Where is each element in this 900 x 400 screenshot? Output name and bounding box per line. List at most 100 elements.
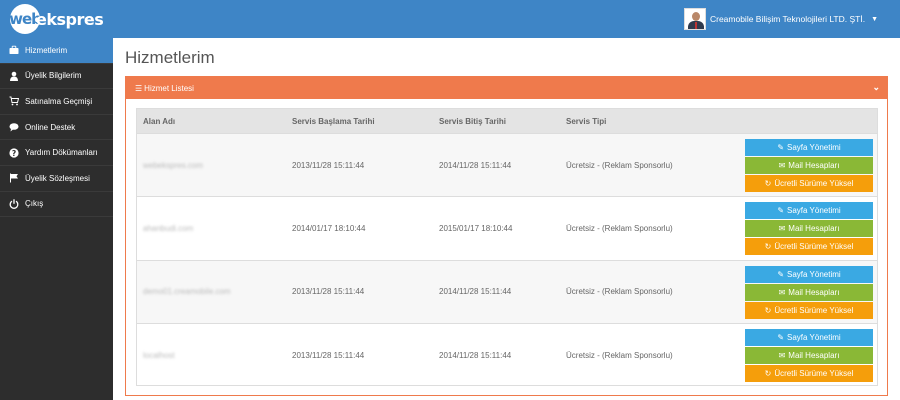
envelope-icon: ✉ [778, 161, 786, 170]
list-icon: ☰ [135, 83, 143, 93]
sidebar-item-label: Hizmetlerim [25, 45, 68, 55]
page-management-button[interactable]: ✎ Sayfa Yönetimi [745, 328, 873, 346]
button-label: Mail Hesapları [788, 350, 840, 360]
start-date-cell: 2014/01/17 18:10:44 [292, 223, 366, 233]
service-list-panel: ☰ Hizmet Listesi ⌄ Alan Adı Servis Başla… [125, 76, 888, 396]
panel-title: Hizmet Listesi [144, 83, 194, 93]
upgrade-button[interactable]: ↻ Ücretli Sürüme Yüksel [745, 364, 873, 382]
sidebar-item-label: Online Destek [25, 122, 76, 132]
row-actions: ✎ Sayfa Yönetimi ✉ Mail Hesapları ↻ Ücretli… [745, 139, 873, 193]
table-row: demo01.creamobile.com 2013/11/28 15:11:4… [137, 259, 877, 323]
mail-accounts-button[interactable]: ✉ Mail Hesapları [745, 283, 873, 301]
page-title: Hizmetlerim [125, 48, 215, 67]
sidebar-item-cikis[interactable]: Çıkış [0, 192, 113, 218]
end-date-cell: 2014/11/28 15:11:44 [439, 350, 512, 360]
power-icon [9, 199, 19, 209]
sidebar-item-label: Üyelik Sözleşmesi [25, 173, 90, 183]
table-row: localhost 2013/11/28 15:11:44 2014/11/28… [137, 322, 877, 386]
user-company-name: Creamobile Bilişim Teknolojileri LTD. ŞT… [709, 14, 866, 24]
question-icon: ? [9, 148, 19, 158]
sidebar-item-yardim-dokumanlari[interactable]: ? Yardım Dökümanları [0, 140, 113, 166]
upgrade-button[interactable]: ↻ Ücretli Sürüme Yüksel [745, 238, 873, 256]
caret-down-icon: ▼ [871, 15, 878, 23]
edit-icon: ✎ [777, 143, 785, 152]
refresh-icon: ↻ [764, 242, 772, 252]
user-icon [9, 71, 19, 81]
end-date-cell: 2015/01/17 18:10:44 [439, 223, 513, 233]
edit-icon: ✎ [777, 332, 785, 342]
service-type-cell: Ücretsiz - (Reklam Sponsorlu) [566, 350, 673, 360]
sidebar-item-label: Satınalma Geçmişi [25, 96, 93, 106]
mail-accounts-button[interactable]: ✉ Mail Hesapları [745, 346, 873, 364]
sidebar-item-satinalma-gecmisi[interactable]: Satınalma Geçmişi [0, 89, 113, 115]
service-type-cell: Ücretsiz - (Reklam Sponsorlu) [566, 160, 673, 170]
edit-icon: ✎ [777, 269, 785, 279]
button-label: Sayfa Yönetimi [787, 143, 841, 152]
user-menu[interactable]: Creamobile Bilişim Teknolojileri LTD. ŞT… [683, 8, 878, 30]
domain-cell: demo01.creamobile.com [143, 287, 231, 297]
logo[interactable]: web ekspres [9, 4, 104, 34]
button-label: Sayfa Yönetimi [787, 332, 841, 342]
page-management-button[interactable]: ✎ Sayfa Yönetimi [745, 139, 873, 156]
envelope-icon: ✉ [778, 224, 786, 234]
sidebar-item-label: Üyelik Bilgilerim [25, 71, 82, 81]
avatar [683, 8, 706, 30]
envelope-icon: ✉ [778, 287, 786, 297]
envelope-icon: ✉ [778, 350, 786, 360]
end-date-cell: 2014/11/28 15:11:44 [439, 160, 512, 170]
svg-text:?: ? [12, 148, 16, 157]
domain-cell: ahanbudi.com [143, 223, 194, 233]
edit-icon: ✎ [777, 206, 785, 216]
service-type-cell: Ücretsiz - (Reklam Sponsorlu) [566, 223, 673, 233]
button-label: Mail Hesapları [788, 161, 840, 170]
column-header: Alan Adı [143, 116, 176, 126]
start-date-cell: 2013/11/28 15:11:44 [292, 160, 365, 170]
cart-icon [9, 96, 19, 106]
chevron-down-icon[interactable]: ⌄ [872, 82, 880, 93]
start-date-cell: 2013/11/28 15:11:44 [292, 350, 365, 360]
flag-icon [9, 173, 19, 183]
briefcase-icon [9, 45, 19, 55]
sidebar-item-label: Çıkış [25, 199, 44, 209]
logo-text: ekspres [36, 9, 104, 29]
table-header: Alan Adı Servis Başlama Tarihi Servis Bi… [137, 109, 877, 133]
sidebar-item-label: Yardım Dökümanları [25, 148, 98, 158]
button-label: Mail Hesapları [788, 287, 840, 297]
top-bar: web ekspres Creamobile Bilişim Teknoloji… [0, 0, 900, 38]
upgrade-button[interactable]: ↻ Ücretli Sürüme Yüksel [745, 175, 873, 192]
refresh-icon: ↻ [764, 305, 772, 315]
sidebar-item-hizmetlerim[interactable]: Hizmetlerim [0, 38, 113, 64]
services-table: Alan Adı Servis Başlama Tarihi Servis Bi… [136, 108, 878, 386]
upgrade-button[interactable]: ↻ Ücretli Sürüme Yüksel [745, 301, 873, 319]
start-date-cell: 2013/11/28 15:11:44 [292, 287, 365, 297]
mail-accounts-button[interactable]: ✉ Mail Hesapları [745, 220, 873, 238]
domain-cell: webekspres.com [143, 160, 204, 170]
sidebar-item-uyelik-bilgilerim[interactable]: Üyelik Bilgilerim [0, 64, 113, 90]
sidebar-item-uyelik-sozlesmesi[interactable]: Üyelik Sözleşmesi [0, 166, 113, 192]
button-label: Ücretli Sürüme Yüksel [774, 179, 854, 188]
end-date-cell: 2014/11/28 15:11:44 [439, 287, 512, 297]
column-header: Servis Tipi [566, 116, 607, 126]
table-row: ahanbudi.com 2014/01/17 18:10:44 2015/01… [137, 196, 877, 259]
column-header: Servis Başlama Tarihi [292, 116, 375, 126]
button-label: Ücretli Sürüme Yüksel [774, 242, 854, 252]
column-header: Servis Bitiş Tarihi [439, 116, 506, 126]
page-management-button[interactable]: ✎ Sayfa Yönetimi [745, 202, 873, 220]
button-label: Sayfa Yönetimi [787, 269, 841, 279]
mail-accounts-button[interactable]: ✉ Mail Hesapları [745, 157, 873, 174]
sidebar: Hizmetlerim Üyelik Bilgilerim Satınalma … [0, 38, 113, 400]
button-label: Ücretli Sürüme Yüksel [774, 305, 854, 315]
refresh-icon: ↻ [764, 368, 772, 378]
table-row: webekspres.com 2013/11/28 15:11:44 2014/… [137, 133, 877, 197]
panel-header[interactable]: ☰ Hizmet Listesi ⌄ [126, 77, 887, 99]
button-label: Sayfa Yönetimi [787, 206, 841, 216]
sidebar-item-online-destek[interactable]: Online Destek [0, 115, 113, 141]
page-management-button[interactable]: ✎ Sayfa Yönetimi [745, 265, 873, 283]
chat-icon [9, 122, 19, 132]
row-actions: ✎ Sayfa Yönetimi ✉ Mail Hesapları ↻ Ücretli… [745, 328, 873, 383]
row-actions: ✎ Sayfa Yönetimi ✉ Mail Hesapları ↻ Ücretli… [745, 265, 873, 320]
service-type-cell: Ücretsiz - (Reklam Sponsorlu) [566, 287, 673, 297]
row-actions: ✎ Sayfa Yönetimi ✉ Mail Hesapları ↻ Ücretli… [745, 202, 873, 256]
refresh-icon: ↻ [764, 179, 772, 188]
button-label: Mail Hesapları [788, 224, 840, 234]
